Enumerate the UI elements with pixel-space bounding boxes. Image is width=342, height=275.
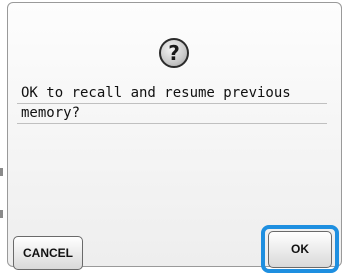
question-icon: ? <box>159 38 189 68</box>
message-line: OK to recall and resume previous <box>17 84 327 104</box>
ok-button[interactable]: OK <box>268 231 332 268</box>
message-line: memory? <box>17 104 327 124</box>
dialog-message: OK to recall and resume previous memory? <box>17 84 327 124</box>
edge-tick <box>0 210 3 218</box>
lcd-screen: ? OK to recall and resume previous memor… <box>0 0 342 275</box>
cancel-button[interactable]: CANCEL <box>13 236 83 270</box>
edge-tick <box>0 168 3 176</box>
